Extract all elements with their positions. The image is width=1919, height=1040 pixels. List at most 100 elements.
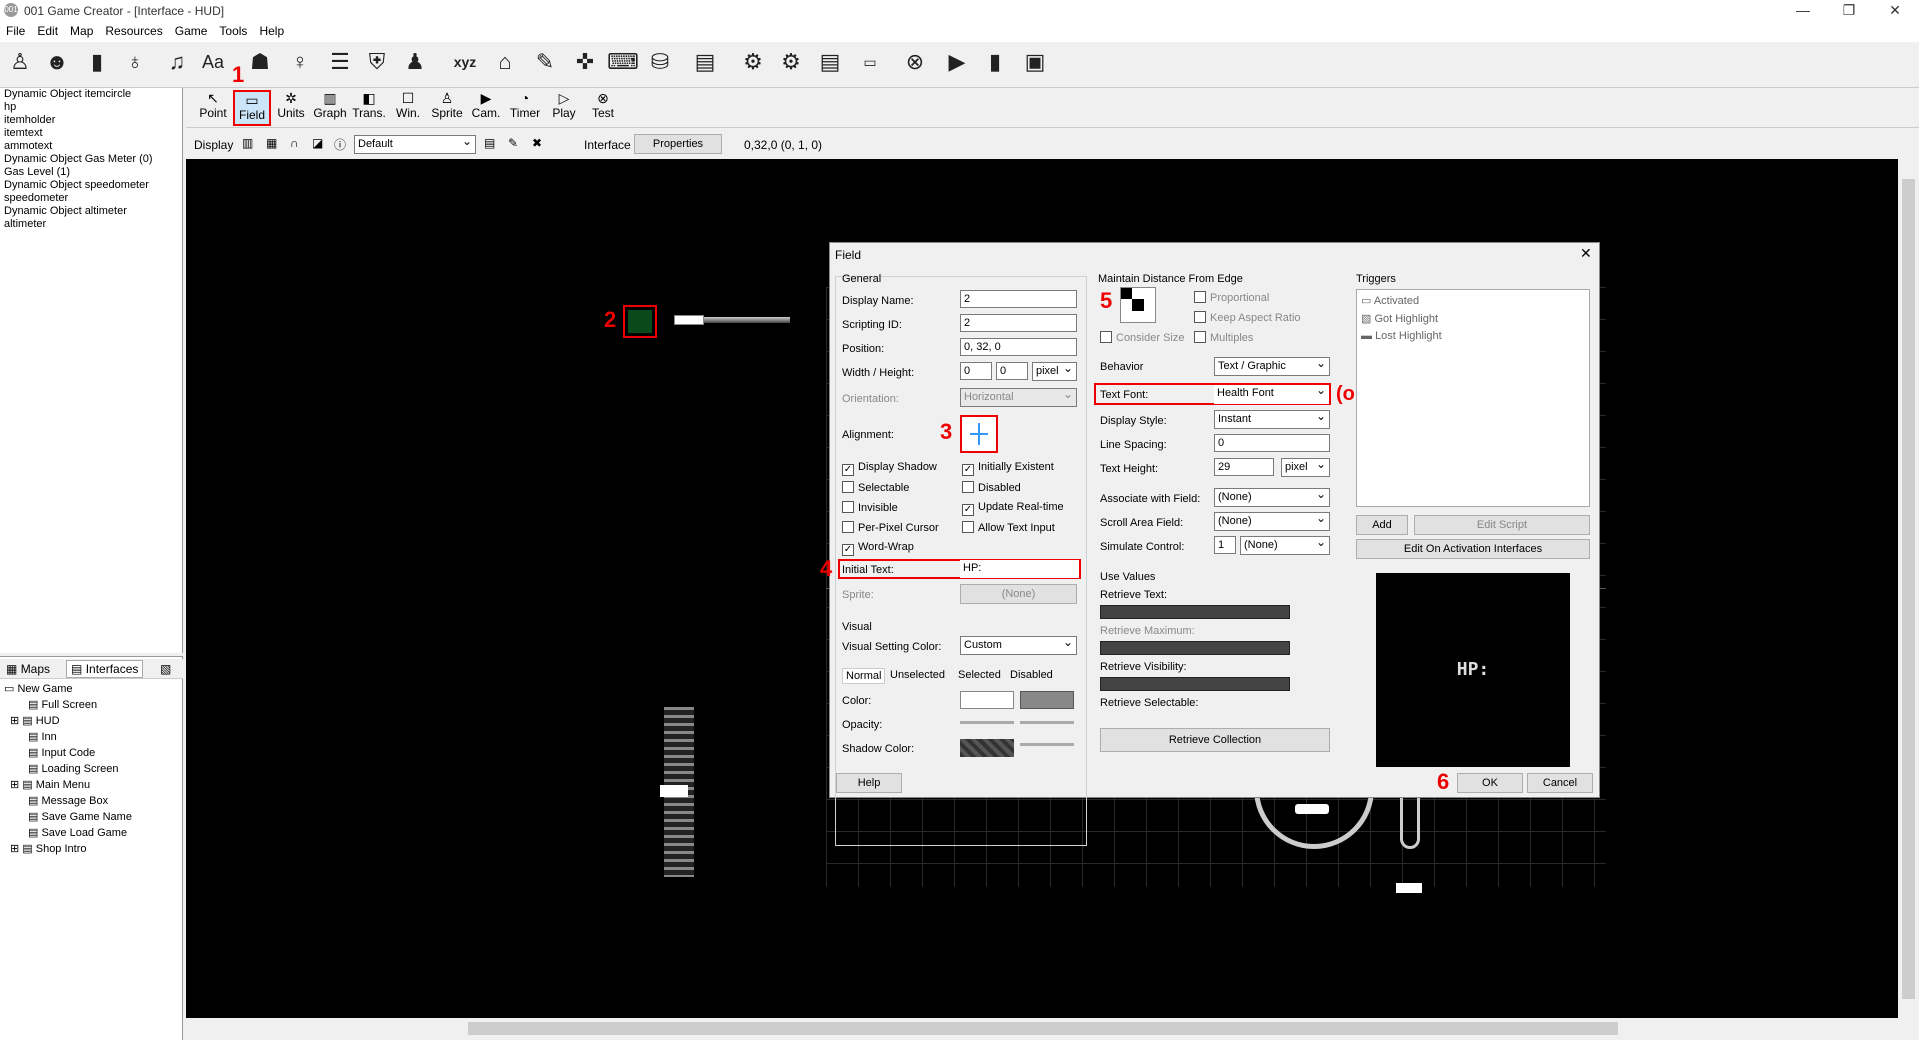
gear-icon[interactable]: ⚙ bbox=[738, 47, 768, 77]
party-icon[interactable]: ♟ bbox=[400, 47, 430, 77]
list-item[interactable]: Dynamic Object Gas Meter (0) bbox=[0, 153, 182, 166]
properties-button[interactable]: Properties bbox=[634, 134, 722, 154]
scripting-id-input[interactable]: 2 bbox=[960, 314, 1077, 332]
text-font-select[interactable]: Health Font bbox=[1214, 385, 1329, 404]
list-icon[interactable]: ☰ bbox=[325, 47, 355, 77]
door-icon[interactable]: ▮ bbox=[82, 47, 112, 77]
dialog-close-icon[interactable]: ✕ bbox=[1580, 245, 1592, 262]
trigger-item[interactable]: ▭ Activated bbox=[1361, 294, 1419, 307]
tab-disabled[interactable]: Disabled bbox=[1010, 669, 1053, 681]
text-height-input[interactable]: 29 bbox=[1214, 458, 1274, 476]
tree-item[interactable]: ⊞ ▤ Main Menu bbox=[4, 777, 132, 793]
save-icon[interactable]: ▣ bbox=[1020, 47, 1050, 77]
display-select[interactable]: Default bbox=[354, 135, 476, 154]
color-swatch[interactable] bbox=[960, 691, 1014, 709]
shadow-slider[interactable] bbox=[1020, 743, 1074, 746]
unit-select[interactable]: pixel bbox=[1032, 362, 1077, 381]
globe-icon[interactable]: ⊗ bbox=[900, 47, 930, 77]
tree-item[interactable]: ▤ Save Game Name bbox=[4, 809, 132, 825]
tree-item[interactable]: ▤ Loading Screen bbox=[4, 761, 132, 777]
film-icon[interactable]: ▥ bbox=[242, 136, 253, 150]
armor-icon[interactable]: ⛨ bbox=[362, 47, 392, 77]
menu-file[interactable]: File bbox=[0, 22, 31, 38]
visual-color-select[interactable]: Custom bbox=[960, 636, 1077, 655]
vertical-scrollbar[interactable] bbox=[1898, 159, 1919, 1018]
keep-aspect-checkbox[interactable]: Keep Aspect Ratio bbox=[1194, 311, 1301, 324]
tab-unselected[interactable]: Unselected bbox=[890, 669, 945, 681]
tool-point[interactable]: ↖ Point bbox=[194, 90, 232, 126]
grid-icon[interactable]: ▦ bbox=[266, 136, 277, 150]
allow-text-input-checkbox[interactable]: Allow Text Input bbox=[962, 521, 1055, 534]
tool-graph[interactable]: ▥ Graph bbox=[311, 90, 349, 126]
height-input[interactable]: 0 bbox=[996, 362, 1028, 380]
person-icon[interactable]: ♀ bbox=[285, 47, 315, 77]
initially-existent-checkbox[interactable]: ✓ Initially Existent bbox=[962, 461, 1054, 476]
menu-list-icon[interactable]: ▤ bbox=[815, 47, 845, 77]
position-input[interactable]: 0, 32, 0 bbox=[960, 338, 1077, 356]
opacity-slider-alt[interactable] bbox=[1020, 721, 1074, 724]
keyboard-icon[interactable]: ⌨ bbox=[607, 47, 639, 77]
initial-text-input[interactable]: HP: bbox=[960, 560, 1079, 578]
trigger-item[interactable]: ▧ Got Highlight bbox=[1361, 312, 1438, 325]
menu-tools[interactable]: Tools bbox=[213, 22, 253, 38]
shop-icon[interactable]: ⌂ bbox=[490, 47, 520, 77]
display-name-input[interactable]: 2 bbox=[960, 290, 1077, 308]
list-item[interactable]: Dynamic Object speedometer bbox=[0, 179, 182, 192]
scroll-thumb[interactable] bbox=[1902, 179, 1915, 999]
associate-field-select[interactable]: (None) bbox=[1214, 488, 1330, 507]
database-icon[interactable]: ⛁ bbox=[645, 47, 675, 77]
play-icon[interactable]: ▶ bbox=[942, 47, 972, 77]
list-item[interactable]: speedometer bbox=[0, 192, 182, 205]
retrieve-max-field[interactable] bbox=[1100, 641, 1290, 655]
orientation-select[interactable]: Horizontal bbox=[960, 388, 1077, 407]
tree-root[interactable]: ▭ New Game bbox=[4, 681, 132, 697]
tree-item[interactable]: ⊞ ▤ Shop Intro bbox=[4, 841, 132, 857]
simulate-count-input[interactable]: 1 bbox=[1214, 536, 1236, 554]
opacity-slider[interactable] bbox=[960, 721, 1014, 724]
tool-sprite[interactable]: ♙ Sprite bbox=[428, 90, 466, 126]
gamepad-icon[interactable]: ✜ bbox=[570, 47, 600, 77]
disabled-checkbox[interactable]: Disabled bbox=[962, 481, 1021, 494]
edit-activation-button[interactable]: Edit On Activation Interfaces bbox=[1356, 539, 1590, 559]
alignment-picker[interactable] bbox=[960, 415, 998, 453]
line-spacing-input[interactable]: 0 bbox=[1214, 434, 1330, 452]
tool-field[interactable]: ▭ Field bbox=[233, 90, 271, 126]
document-icon[interactable]: ✎ bbox=[530, 47, 560, 77]
edge-anchor-picker[interactable] bbox=[1120, 287, 1156, 323]
scroll-thumb[interactable] bbox=[468, 1022, 1618, 1035]
update-realtime-checkbox[interactable]: ✓ Update Real-time bbox=[962, 501, 1064, 516]
bag-icon[interactable]: ♁ bbox=[120, 47, 150, 77]
menu-resources[interactable]: Resources bbox=[99, 22, 168, 38]
tree-item[interactable]: ▤ Inn bbox=[4, 729, 132, 745]
text-height-unit-select[interactable]: pixel bbox=[1281, 458, 1330, 477]
list-item[interactable]: Dynamic Object itemcircle bbox=[0, 88, 182, 101]
display-shadow-checkbox[interactable]: ✓ Display Shadow bbox=[842, 461, 937, 476]
word-wrap-checkbox[interactable]: ✓ Word-Wrap bbox=[842, 541, 914, 556]
contrast-icon[interactable]: ◪ bbox=[312, 136, 323, 150]
trigger-item[interactable]: ▬ Lost Highlight bbox=[1361, 330, 1442, 342]
selectable-checkbox[interactable]: Selectable bbox=[842, 481, 909, 494]
list-item[interactable]: Dynamic Object altimeter bbox=[0, 205, 182, 218]
clear-icon[interactable]: ✖ bbox=[532, 136, 542, 150]
minimize-button[interactable]: — bbox=[1780, 0, 1826, 22]
help-button[interactable]: Help bbox=[836, 773, 902, 793]
file-icon[interactable]: ▤ bbox=[690, 47, 720, 77]
tool-units[interactable]: ✲ Units bbox=[272, 90, 310, 126]
tree-item[interactable]: ▤ Full Screen bbox=[4, 697, 132, 713]
music-icon[interactable]: ♫ bbox=[162, 47, 192, 77]
simulate-control-select[interactable]: (None) bbox=[1240, 536, 1330, 555]
proportional-checkbox[interactable]: Proportional bbox=[1194, 291, 1269, 304]
behavior-select[interactable]: Text / Graphic bbox=[1214, 357, 1330, 376]
tree-item[interactable]: ▤ Save Load Game bbox=[4, 825, 132, 841]
menu-edit[interactable]: Edit bbox=[31, 22, 64, 38]
group-icon[interactable]: ☗ bbox=[245, 47, 275, 77]
tab-interfaces[interactable]: ▤ Interfaces bbox=[66, 660, 144, 678]
restore-button[interactable]: ❐ bbox=[1826, 0, 1872, 22]
menu-help[interactable]: Help bbox=[253, 22, 290, 38]
list-item[interactable]: itemholder bbox=[0, 114, 182, 127]
list-item[interactable]: Gas Level (1) bbox=[0, 166, 182, 179]
edit-script-button[interactable]: Edit Script bbox=[1414, 515, 1590, 535]
selected-field-marker[interactable] bbox=[623, 305, 657, 338]
gas-level-field[interactable] bbox=[660, 785, 688, 797]
field-icon[interactable]: ▭ bbox=[855, 47, 885, 77]
